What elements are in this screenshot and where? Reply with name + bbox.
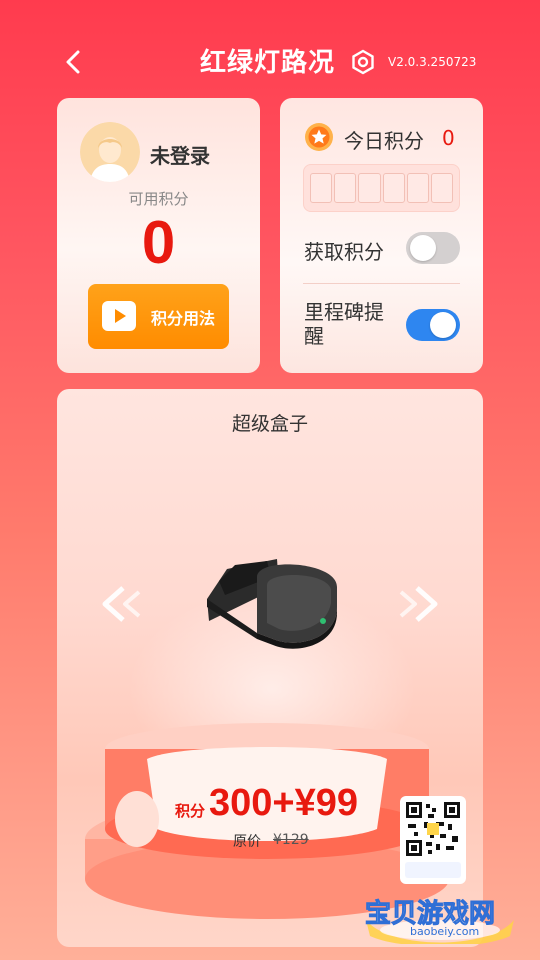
digit-slot xyxy=(430,173,454,203)
points-usage-button[interactable]: 积分用法 xyxy=(88,284,229,349)
hexagon-gear-icon xyxy=(352,49,374,75)
price-value: 300+¥99 xyxy=(209,782,358,824)
version-label: V2.0.3.250723 xyxy=(388,55,477,69)
digit-slot xyxy=(310,173,333,203)
product-title: 超级盒子 xyxy=(231,413,308,435)
available-points-label: 可用积分 xyxy=(128,190,189,208)
play-video-icon xyxy=(102,301,136,331)
milestone-reminder-label: 里程碑提醒 xyxy=(304,300,384,348)
watermark-url: baobeiy.com xyxy=(410,925,480,938)
avatar[interactable] xyxy=(80,122,140,182)
today-points-card: 今日积分 0 获取积分 里程碑提醒 xyxy=(280,98,483,373)
qr-code-image xyxy=(400,796,466,884)
back-button[interactable] xyxy=(58,46,90,78)
settings-button[interactable] xyxy=(349,48,377,76)
toggle-knob xyxy=(410,235,436,261)
digit-slot xyxy=(334,173,357,203)
product-showcase: 超级盒子 积分 300+¥99 原价 ¥129 xyxy=(57,389,483,947)
star-badge-icon xyxy=(305,123,333,151)
get-points-label: 获取积分 xyxy=(304,240,384,264)
previous-arrow-icon[interactable] xyxy=(93,582,145,626)
available-points-value: 0 xyxy=(141,209,176,276)
user-avatar-icon xyxy=(80,122,140,182)
divider xyxy=(303,283,460,284)
toggle-knob xyxy=(430,312,456,338)
today-points-value: 0 xyxy=(442,126,455,150)
points-usage-label: 积分用法 xyxy=(151,309,216,328)
page-title: 红绿灯路况 xyxy=(200,48,336,78)
obd-box-image xyxy=(207,559,337,649)
price-prefix: 积分 xyxy=(175,802,206,820)
today-points-label: 今日积分 xyxy=(344,129,424,153)
price-display: 积分 300+¥99 xyxy=(175,782,375,832)
original-price-label: 原价 xyxy=(233,834,261,850)
chevron-left-icon xyxy=(66,50,80,74)
user-points-card: 未登录 可用积分 0 积分用法 xyxy=(57,98,260,373)
next-arrow-icon[interactable] xyxy=(395,582,447,626)
original-price-value: ¥129 xyxy=(273,832,309,848)
digit-slot xyxy=(358,173,381,203)
login-status[interactable]: 未登录 xyxy=(150,140,210,169)
digit-slot xyxy=(406,173,429,203)
get-points-toggle[interactable] xyxy=(406,232,460,264)
points-digit-display xyxy=(303,164,460,212)
digit-slot xyxy=(382,173,405,203)
milestone-reminder-toggle[interactable] xyxy=(406,309,460,341)
